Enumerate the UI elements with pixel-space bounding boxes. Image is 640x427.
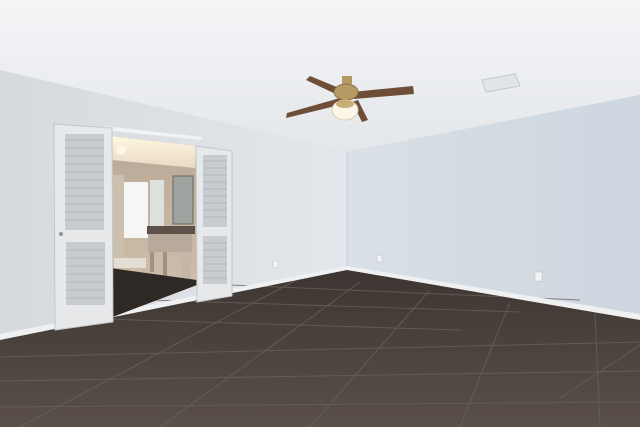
left-door-knob-icon[interactable] — [59, 232, 63, 236]
bathroom-window — [124, 182, 148, 238]
wall-outlet-left — [272, 260, 279, 269]
room-scene — [0, 0, 640, 427]
bathroom-light-icon — [116, 145, 126, 155]
right-louvered-door[interactable] — [195, 145, 233, 303]
wall-outlet-right — [534, 271, 543, 282]
wall-outlet-corner — [376, 254, 383, 263]
left-louvered-door[interactable] — [53, 123, 114, 331]
right-door-louver-top — [203, 155, 227, 227]
room-illustration — [0, 0, 640, 427]
bathroom-mirror — [172, 175, 194, 225]
